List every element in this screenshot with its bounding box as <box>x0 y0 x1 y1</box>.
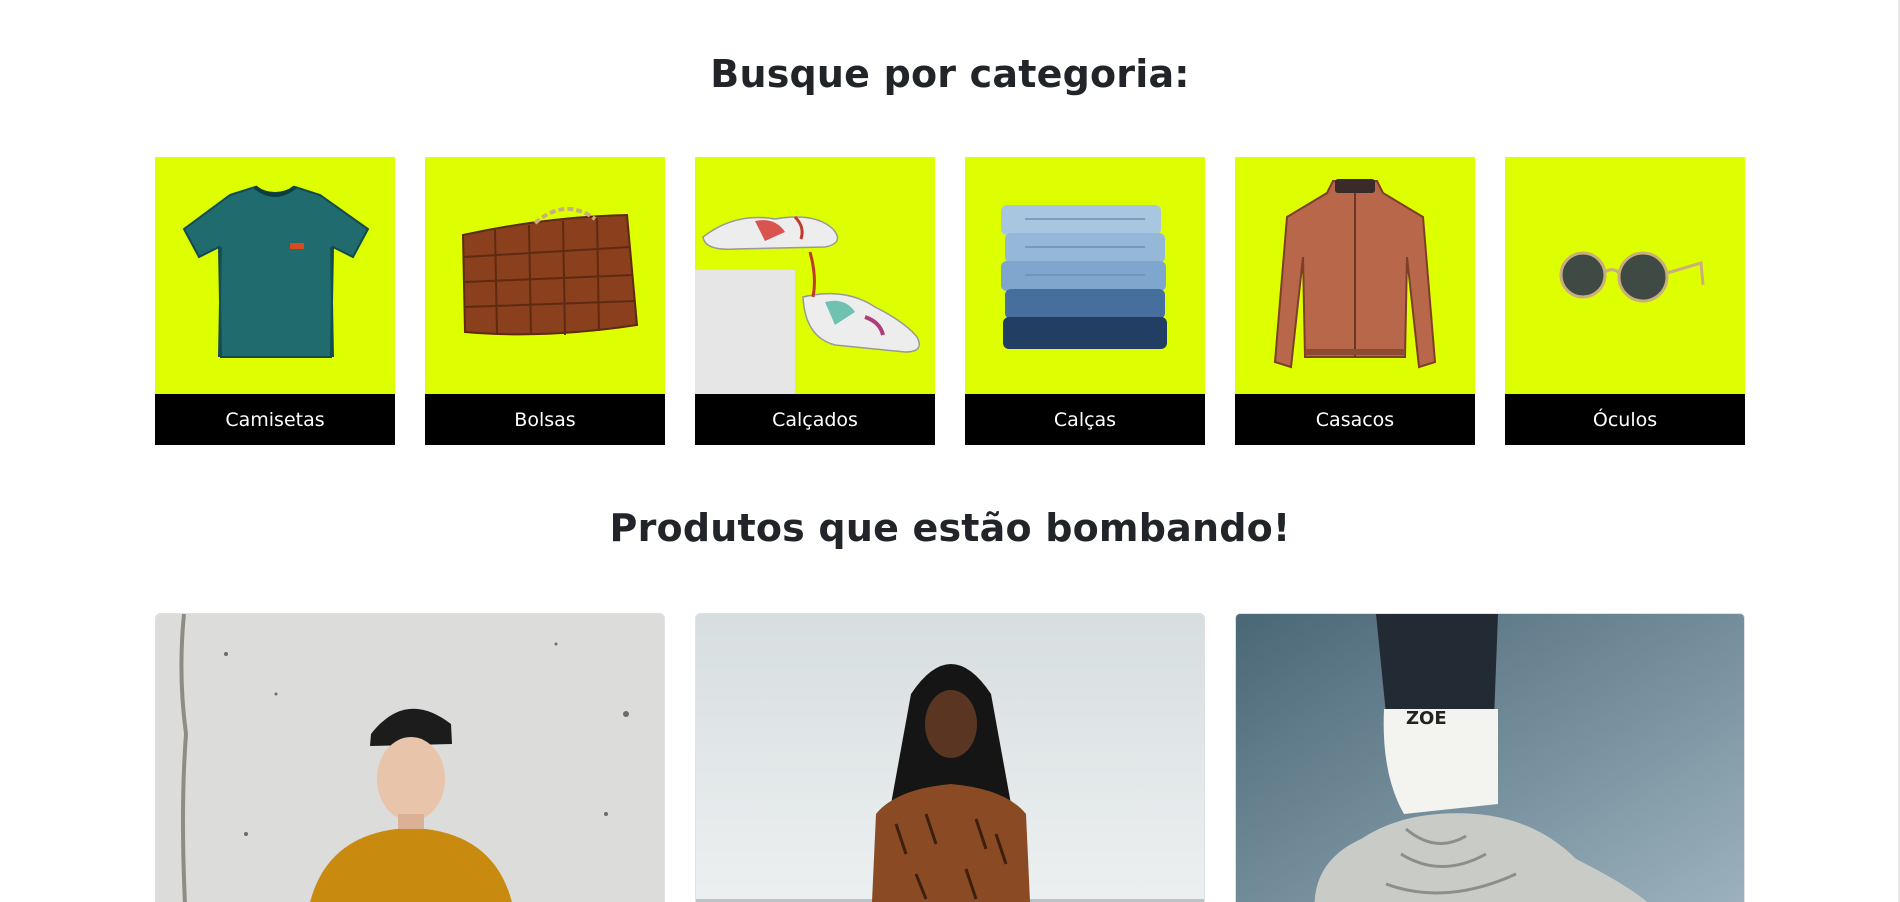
product-photo <box>696 614 1204 902</box>
category-label: Calças <box>965 394 1205 445</box>
category-grid: Camisetas Bolsas Calçados Calças Casacos… <box>155 157 1745 445</box>
category-image <box>155 157 395 394</box>
sunglasses-icon <box>1559 251 1705 303</box>
sneakers-icon <box>695 215 920 394</box>
products-title: Produtos que estão bombando! <box>609 506 1291 550</box>
category-card-bolsas[interactable]: Bolsas <box>425 157 665 445</box>
product-card[interactable] <box>155 613 665 902</box>
category-label: Calçados <box>695 394 935 445</box>
product-card[interactable] <box>695 613 1205 902</box>
tshirt-icon <box>182 185 370 358</box>
category-card-camisetas[interactable]: Camisetas <box>155 157 395 445</box>
product-card[interactable]: ZOE <box>1235 613 1745 902</box>
page: Busque por categoria: Camisetas Bolsas C… <box>0 0 1900 902</box>
category-card-calcas[interactable]: Calças <box>965 157 1205 445</box>
product-photo: ZOE <box>1236 614 1744 902</box>
category-label: Camisetas <box>155 394 395 445</box>
category-image <box>1235 157 1475 394</box>
category-label: Bolsas <box>425 394 665 445</box>
category-image <box>695 157 935 394</box>
category-label: Óculos <box>1505 394 1745 445</box>
category-image <box>965 157 1205 394</box>
handbag-icon <box>461 206 639 336</box>
category-image <box>425 157 665 394</box>
category-card-casacos[interactable]: Casacos <box>1235 157 1475 445</box>
category-image <box>1505 157 1745 394</box>
product-photo <box>156 614 664 902</box>
jeans-icon <box>1001 205 1167 349</box>
svg-text:ZOE: ZOE <box>1406 708 1447 729</box>
jacket-icon <box>1273 179 1437 369</box>
category-card-oculos[interactable]: Óculos <box>1505 157 1745 445</box>
product-grid: ZOE <box>155 613 1745 902</box>
category-label: Casacos <box>1235 394 1475 445</box>
category-card-calcados[interactable]: Calçados <box>695 157 935 445</box>
categories-title: Busque por categoria: <box>710 52 1190 96</box>
